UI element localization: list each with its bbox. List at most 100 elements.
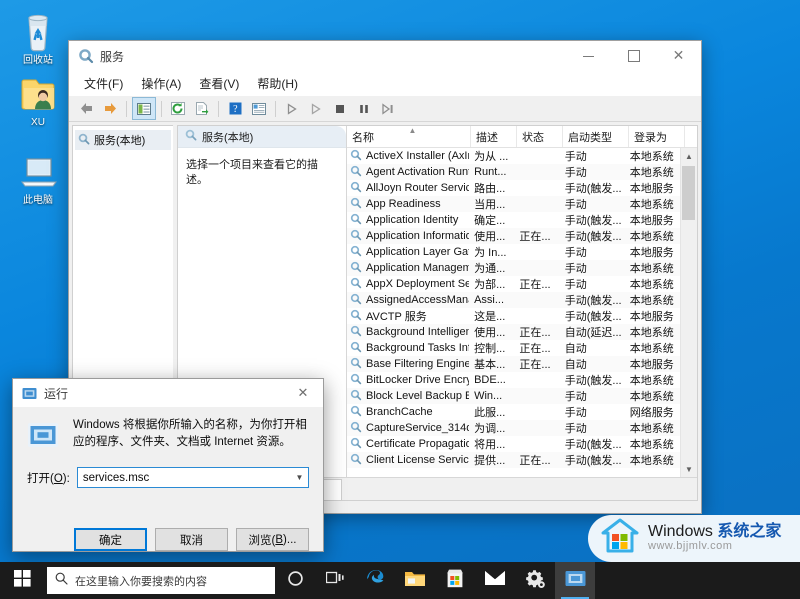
- table-row[interactable]: Application Information使用...正在...手动(触发..…: [347, 228, 680, 244]
- export-list-icon[interactable]: [191, 98, 213, 119]
- table-row[interactable]: ActiveX Installer (AxInstSV)为从 ...手动本地系统: [347, 148, 680, 164]
- desktop-icon-recycle-bin[interactable]: 回收站: [6, 8, 70, 67]
- table-row[interactable]: BranchCache此服...手动网络服务: [347, 404, 680, 420]
- column-header-status[interactable]: 状态: [517, 126, 563, 147]
- scroll-up-icon[interactable]: ▲: [681, 148, 697, 164]
- run-dialog[interactable]: 运行 ✕ Windows 将根据你所输入的名称，为你打开相应的程序、文件夹、文档…: [12, 378, 324, 552]
- cell-name: AllJoyn Router Service: [347, 181, 469, 196]
- service-icon: [350, 437, 363, 452]
- refresh-icon[interactable]: [167, 98, 189, 119]
- menu-view[interactable]: 查看(V): [190, 74, 248, 94]
- taskbar-run-dialog-button[interactable]: [555, 562, 595, 599]
- table-row[interactable]: Application Management为通...手动本地系统: [347, 260, 680, 276]
- menu-action[interactable]: 操作(A): [132, 74, 190, 94]
- pause-service-icon[interactable]: [353, 98, 375, 119]
- table-row[interactable]: Client License Service (Cl...提供...正在...手…: [347, 452, 680, 468]
- settings-gear-icon: [525, 568, 546, 594]
- table-row[interactable]: Background Intelligent T...使用...正在...自动(…: [347, 324, 680, 340]
- table-row[interactable]: Agent Activation Runtime...Runt...手动本地系统: [347, 164, 680, 180]
- run-cancel-button[interactable]: 取消: [155, 528, 228, 551]
- forward-icon[interactable]: [99, 98, 121, 119]
- start-service-icon[interactable]: [281, 98, 303, 119]
- desktop-icon-label: 此电脑: [22, 195, 54, 207]
- cell-description: 使用...: [469, 228, 514, 244]
- table-row[interactable]: App Readiness当用...手动本地系统: [347, 196, 680, 212]
- desktop-icon-label: 回收站: [22, 55, 54, 67]
- table-row[interactable]: Background Tasks Infras...控制...正在...自动本地…: [347, 340, 680, 356]
- services-menubar[interactable]: 文件(F) 操作(A) 查看(V) 帮助(H): [69, 72, 701, 96]
- taskbar-task-view-button[interactable]: [315, 562, 355, 599]
- services-list-scrollbar[interactable]: ▲ ▼: [680, 148, 697, 477]
- cell-status: 正在...: [514, 276, 559, 292]
- table-row[interactable]: AllJoyn Router Service路由...手动(触发...本地服务: [347, 180, 680, 196]
- restart-service-icon[interactable]: [377, 98, 399, 119]
- maximize-button[interactable]: [611, 41, 656, 71]
- taskbar-store-button[interactable]: [435, 562, 475, 599]
- cell-name: App Readiness: [347, 197, 469, 212]
- table-row[interactable]: AVCTP 服务这是...手动(触发...本地服务: [347, 308, 680, 324]
- tree-node-label: 服务(本地): [94, 132, 145, 148]
- table-row[interactable]: CaptureService_314d3为调...手动本地系统: [347, 420, 680, 436]
- run-dialog-close-button[interactable]: ✕: [283, 379, 323, 407]
- cell-name: BitLocker Drive Encryptio...: [347, 373, 469, 388]
- taskbar-file-explorer-button[interactable]: [395, 562, 435, 599]
- svg-text:?: ?: [233, 104, 238, 115]
- table-row[interactable]: Block Level Backup Engi...Win...手动本地系统: [347, 388, 680, 404]
- scrollbar-track[interactable]: [681, 164, 697, 461]
- run-open-combobox[interactable]: ▼: [77, 467, 309, 488]
- cell-name: Application Identity: [347, 213, 469, 228]
- service-icon: [350, 309, 363, 324]
- minimize-button[interactable]: [566, 41, 611, 71]
- properties-icon[interactable]: [248, 98, 270, 119]
- taskbar-settings-button[interactable]: [515, 562, 555, 599]
- services-toolbar[interactable]: ?: [69, 96, 701, 122]
- resume-service-icon[interactable]: [305, 98, 327, 119]
- cell-logon: 本地系统: [625, 324, 680, 340]
- desktop-icon-user-folder[interactable]: XU: [6, 70, 70, 129]
- start-button[interactable]: [0, 562, 45, 599]
- table-row[interactable]: Application Identity确定...手动(触发...本地服务: [347, 212, 680, 228]
- run-browse-button[interactable]: 浏览(B)...: [236, 528, 309, 551]
- scroll-down-icon[interactable]: ▼: [681, 461, 697, 477]
- cell-startup: 自动: [560, 356, 625, 372]
- table-row[interactable]: Base Filtering Engine基本...正在...自动本地服务: [347, 356, 680, 372]
- tree-node-services-local[interactable]: 服务(本地): [75, 130, 171, 150]
- column-header-name[interactable]: 名称 ▲: [347, 126, 471, 147]
- toolbar-separator: [218, 101, 219, 117]
- taskbar[interactable]: 在这里输入你要搜索的内容: [0, 562, 800, 599]
- table-row[interactable]: AppX Deployment Servic...为部...正在...手动本地系…: [347, 276, 680, 292]
- services-list-header[interactable]: 名称 ▲ 描述 状态 启动类型 登录为: [347, 126, 697, 148]
- cell-logon: 本地服务: [625, 308, 680, 324]
- stop-service-icon[interactable]: [329, 98, 351, 119]
- taskbar-search-box[interactable]: 在这里输入你要搜索的内容: [47, 567, 275, 594]
- table-row[interactable]: Certificate Propagation将用...手动(触发...本地系统: [347, 436, 680, 452]
- taskbar-cortana-button[interactable]: [275, 562, 315, 599]
- show-tree-icon[interactable]: [132, 97, 156, 120]
- menu-help[interactable]: 帮助(H): [248, 74, 307, 94]
- run-ok-button[interactable]: 确定: [74, 528, 147, 551]
- run-open-input[interactable]: [78, 468, 291, 487]
- scrollbar-thumb[interactable]: [682, 166, 695, 220]
- table-row[interactable]: Application Layer Gatewa...为 In...手动本地服务: [347, 244, 680, 260]
- chevron-down-icon[interactable]: ▼: [291, 473, 308, 482]
- cell-description: 当用...: [469, 196, 514, 212]
- close-button[interactable]: ✕: [656, 41, 701, 71]
- back-icon[interactable]: [75, 98, 97, 119]
- column-header-startup[interactable]: 启动类型: [563, 126, 629, 147]
- table-row[interactable]: BitLocker Drive Encryptio...BDE...手动(触发.…: [347, 372, 680, 388]
- run-dialog-titlebar[interactable]: 运行 ✕: [13, 379, 323, 407]
- cell-name: BranchCache: [347, 405, 469, 420]
- cell-startup: 手动(触发...: [560, 436, 625, 452]
- column-header-description[interactable]: 描述: [471, 126, 517, 147]
- services-titlebar[interactable]: 服务 ✕: [69, 41, 701, 72]
- table-row[interactable]: AssignedAccessManager...Assi...手动(触发...本…: [347, 292, 680, 308]
- column-header-logon[interactable]: 登录为: [629, 126, 685, 147]
- desktop-icon-this-pc[interactable]: 此电脑: [6, 148, 70, 207]
- run-dialog-icon: [22, 387, 37, 400]
- menu-file[interactable]: 文件(F): [75, 74, 132, 94]
- taskbar-edge-button[interactable]: [355, 562, 395, 599]
- help-icon[interactable]: ?: [224, 98, 246, 119]
- run-large-icon: [27, 419, 59, 451]
- taskbar-mail-button[interactable]: [475, 562, 515, 599]
- services-rows[interactable]: ActiveX Installer (AxInstSV)为从 ...手动本地系统…: [347, 148, 680, 477]
